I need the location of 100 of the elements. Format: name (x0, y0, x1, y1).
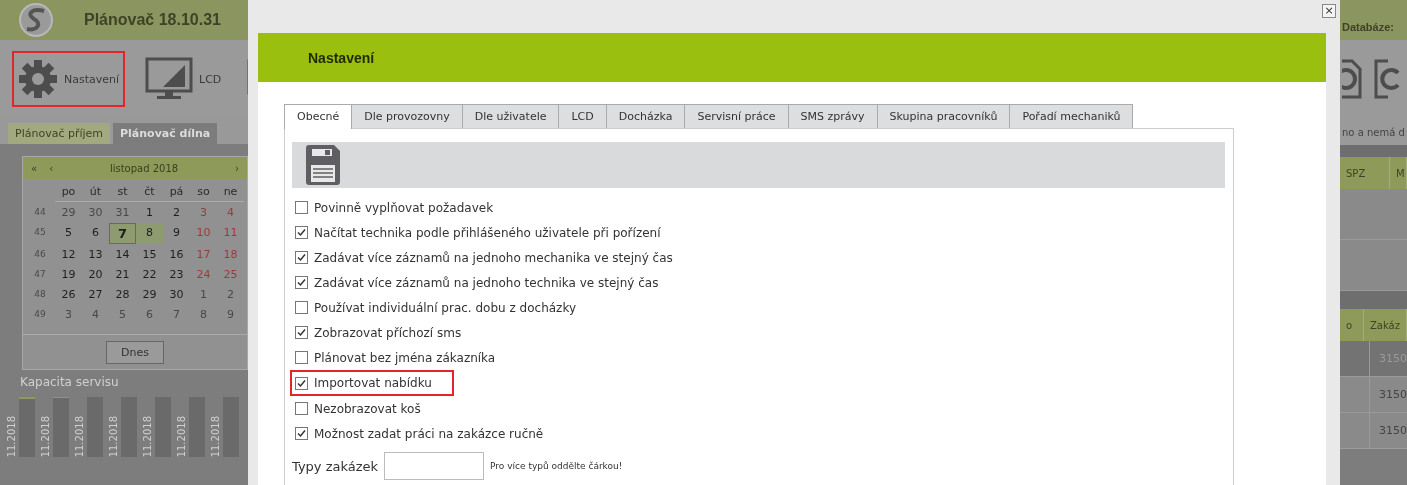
calendar-day[interactable]: 27 (82, 285, 109, 304)
tab[interactable]: LCD (558, 104, 607, 128)
close-button[interactable]: × (1322, 4, 1336, 18)
tab[interactable]: Servisní práce (684, 104, 789, 128)
calendar-month: listopad 2018 (109, 162, 179, 174)
checkbox[interactable] (295, 402, 308, 415)
next-month-button[interactable]: › (235, 162, 239, 174)
checkbox[interactable] (295, 301, 308, 314)
checkbox[interactable] (295, 326, 308, 339)
checkbox[interactable] (295, 351, 308, 364)
calendar-day[interactable]: 15 (136, 245, 163, 264)
tab[interactable]: Plánovač příjem (8, 123, 111, 144)
tab[interactable]: Obecné (284, 104, 353, 129)
calendar-day[interactable]: 31 (109, 203, 136, 222)
calendar-day[interactable]: 26 (55, 285, 82, 304)
calendar-day[interactable]: 2 (163, 203, 190, 222)
tab[interactable]: Skupina pracovníků (876, 104, 1011, 128)
week-number: 47 (33, 268, 47, 281)
calendar-day[interactable]: 9 (217, 305, 244, 324)
weekday-label: ne (217, 182, 244, 202)
calendar-day[interactable]: 13 (82, 245, 109, 264)
checkbox[interactable] (295, 376, 308, 390)
tab[interactable]: Docházka (605, 104, 686, 128)
table-cell: 3150 (1370, 377, 1407, 412)
calendar-day[interactable]: 6 (82, 223, 109, 244)
checkbox[interactable] (295, 201, 308, 214)
checkbox-label: Zadávat více záznamů na jednoho technika ve stejný čas (314, 275, 659, 290)
calendar-day[interactable]: 22 (136, 265, 163, 284)
bar-label: 11.2018 (74, 415, 85, 457)
checkbox-label: Používat individuální prac. dobu z docházky (314, 300, 577, 315)
input-field[interactable] (384, 452, 485, 480)
checkbox[interactable] (295, 276, 308, 289)
calendar-day[interactable]: 5 (55, 223, 82, 244)
tab[interactable]: Pořadí mechaniků (1009, 104, 1134, 128)
calendar-day[interactable]: 14 (109, 245, 136, 264)
today-button[interactable]: Dnes (106, 341, 164, 364)
calendar-day[interactable]: 30 (163, 285, 190, 304)
calendar-day[interactable]: 8 (190, 305, 217, 324)
checkbox-label: Povinně vyplňovat požadavek (314, 200, 494, 215)
week-number: 48 (33, 288, 47, 301)
checkbox[interactable] (295, 226, 308, 239)
week-number: 45 (33, 226, 47, 239)
app-title: Plánovač 18.10.31 (84, 11, 221, 29)
section-title: Kapacita servisu (20, 375, 120, 389)
tab[interactable]: Dle uživatele (461, 104, 560, 128)
table-cell: 3150 (1370, 413, 1407, 448)
calendar-day[interactable]: 28 (109, 285, 136, 304)
week-number: 46 (33, 248, 47, 261)
toolbar-button[interactable]: Nastavení (12, 51, 126, 107)
checkbox-label: Plánovat bez jména zákazníka (314, 350, 496, 365)
calendar-day[interactable]: 8 (136, 223, 163, 244)
checkbox-label: Nezobrazovat koš (314, 401, 421, 416)
calendar-day[interactable]: 5 (109, 305, 136, 324)
calendar-day[interactable]: 7 (109, 223, 136, 244)
calendar-day[interactable]: 19 (55, 265, 82, 284)
weekday-label: so (190, 182, 217, 202)
week-number: 49 (33, 308, 47, 321)
checkbox[interactable] (295, 427, 308, 440)
calendar-day[interactable]: 29 (136, 285, 163, 304)
checkbox-label: Možnost zadat práci na zakázce ručně (314, 426, 544, 441)
weekday-label: st (109, 182, 136, 202)
save-icon[interactable] (306, 145, 340, 185)
toolbar-button[interactable]: LCD (139, 49, 228, 109)
section-band (1340, 291, 1407, 309)
weekday-label: pá (163, 182, 190, 202)
bar-label: 11.2018 (6, 415, 17, 457)
calendar-day[interactable]: 9 (163, 223, 190, 244)
monitor-icon (145, 57, 194, 101)
checkbox[interactable] (295, 251, 308, 264)
calendar-day[interactable]: 16 (163, 245, 190, 264)
prev-month-button[interactable]: ‹ (49, 162, 54, 174)
calendar-day[interactable]: 30 (82, 203, 109, 222)
tab[interactable]: Plánovač dílna (113, 123, 218, 144)
calendar-day[interactable]: 1 (190, 285, 217, 304)
calendar-day[interactable]: 3 (55, 305, 82, 324)
gear-icon (18, 59, 58, 99)
bar-label: 11.2018 (108, 415, 119, 457)
calendar-day[interactable]: 6 (136, 305, 163, 324)
checkbox-label: Zadávat více záznamů na jednoho mechanika ve stejný čas (314, 250, 673, 265)
bar-label: 11.2018 (142, 415, 153, 457)
calendar-day[interactable]: 1 (136, 203, 163, 222)
prev-year-button[interactable]: « (31, 162, 38, 174)
bar-label: 11.2018 (40, 415, 51, 457)
calendar-day[interactable]: 2 (217, 285, 244, 304)
tab[interactable]: SMS zprávy (787, 104, 878, 128)
dialog-title: Nastavení (258, 33, 1326, 82)
calendar-day[interactable]: 4 (82, 305, 109, 324)
field-label: Typy zakázek (292, 458, 379, 474)
calendar-day[interactable]: 12 (55, 245, 82, 264)
calendar-day[interactable]: 7 (163, 305, 190, 324)
tab[interactable]: Dle provozovny (351, 104, 463, 128)
weekday-label: út (82, 182, 109, 202)
calendar-day[interactable]: 20 (82, 265, 109, 284)
capacity-bar (53, 397, 69, 457)
week-number: 44 (33, 206, 47, 219)
calendar-day[interactable]: 23 (163, 265, 190, 284)
calendar-day[interactable]: 29 (55, 203, 82, 222)
calendar-day[interactable]: 21 (109, 265, 136, 284)
checkbox-label: Importovat nabídku (314, 376, 432, 390)
bar-label: 11.2018 (176, 415, 187, 457)
